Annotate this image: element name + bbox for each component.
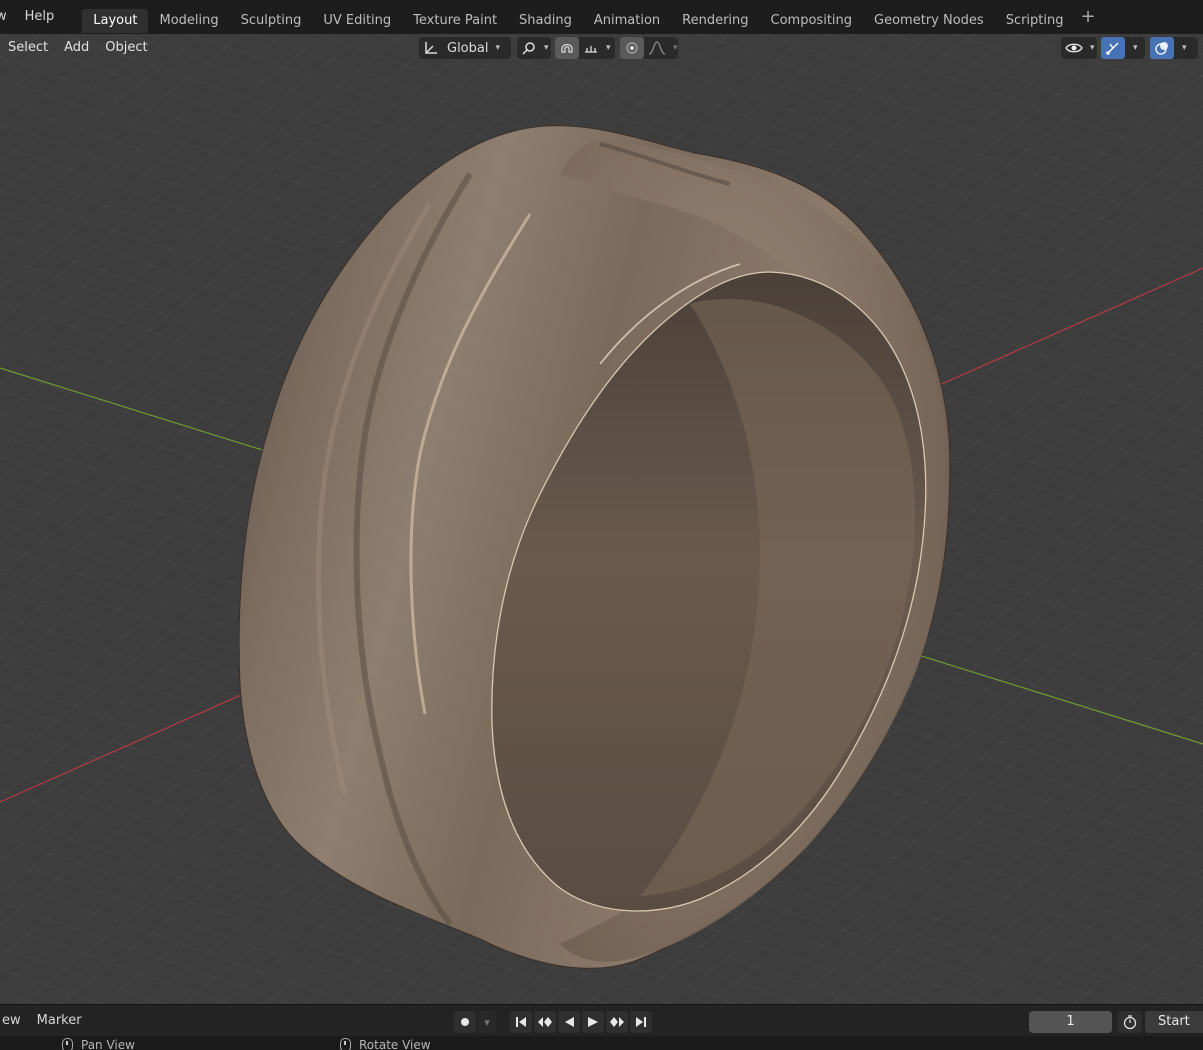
mouse-middle-icon [340,1038,351,1050]
tab-animation[interactable]: Animation [583,9,671,33]
transform-orientation-dropdown[interactable]: Global ▾ [419,37,511,59]
status-pan-hint: Pan View [62,1038,135,1050]
tab-modeling[interactable]: Modeling [148,9,229,33]
mouse-middle-icon [62,1038,73,1050]
transform-orientation-icon [419,37,443,59]
timeline-menu-view[interactable]: ew [0,1013,29,1028]
tab-geometry-nodes[interactable]: Geometry Nodes [863,9,995,33]
viewport-canvas[interactable] [0,34,1203,1004]
prev-keyframe-icon[interactable] [534,1011,556,1033]
visibility-dropdown[interactable]: ▾ [1061,37,1097,59]
chevron-down-icon: ▾ [606,43,611,53]
pivot-link-icon [517,37,541,59]
snap-increment-icon[interactable] [579,37,603,59]
chevron-down-icon: ▾ [1182,43,1187,53]
3d-viewport[interactable] [0,34,1203,1004]
jump-start-icon[interactable] [510,1011,532,1033]
overlay-icon[interactable] [1150,37,1174,59]
start-frame-field[interactable]: Start [1145,1011,1203,1033]
play-icon[interactable] [582,1011,604,1033]
gizmo-icon[interactable] [1101,37,1125,59]
menu-add[interactable]: Add [56,34,97,62]
current-frame-field[interactable]: 1 [1029,1011,1112,1033]
add-workspace-button[interactable]: + [1081,0,1096,34]
timeline-header: ew Marker ▾ 1 Start [0,1004,1203,1036]
orientation-label: Global [447,40,489,56]
record-options-chevron-icon[interactable]: ▾ [478,1011,496,1033]
status-rotate-hint: Rotate View [340,1038,431,1050]
menu-help[interactable]: Help [15,0,65,34]
timeline-menu-marker[interactable]: Marker [29,1013,90,1028]
play-reverse-icon[interactable] [558,1011,580,1033]
overlay-dropdown[interactable]: ▾ [1150,37,1198,59]
falloff-curve-icon[interactable] [644,37,670,59]
status-pan-label: Pan View [81,1038,135,1050]
top-menu-bar: w Help Layout Modeling Sculpting UV Edit… [0,0,1203,34]
tab-shading[interactable]: Shading [508,9,583,33]
tab-rendering[interactable]: Rendering [671,9,759,33]
chevron-down-icon: ▾ [1090,43,1095,53]
proportional-edit-icon[interactable] [620,37,644,59]
menu-object[interactable]: Object [97,34,155,62]
gizmo-dropdown[interactable]: ▾ [1101,37,1145,59]
viewport-header: Select Add Object Global ▾ ▾ ▾ ▾ ▾ ▾ ▾ [0,34,1203,62]
menu-view[interactable]: w [0,0,15,34]
proportional-editing-group[interactable]: ▾ [620,37,678,59]
stopwatch-icon[interactable] [1118,1011,1142,1033]
menu-select[interactable]: Select [0,34,56,62]
next-keyframe-icon[interactable] [606,1011,628,1033]
tab-scripting[interactable]: Scripting [995,9,1075,33]
tab-texture-paint[interactable]: Texture Paint [402,9,508,33]
status-bar: Pan View Rotate View [0,1036,1203,1050]
tab-uv-editing[interactable]: UV Editing [312,9,402,33]
workspace-tabs: Layout Modeling Sculpting UV Editing Tex… [82,0,1096,34]
chevron-down-icon: ▾ [544,43,549,53]
visibility-eye-icon [1061,37,1087,59]
jump-end-icon[interactable] [630,1011,652,1033]
tab-compositing[interactable]: Compositing [760,9,864,33]
status-rotate-label: Rotate View [359,1038,431,1050]
chevron-down-icon: ▾ [673,43,678,53]
pivot-dropdown[interactable]: ▾ [517,37,551,59]
chevron-down-icon: ▾ [1133,43,1138,53]
chevron-down-icon: ▾ [495,43,501,53]
snapping-group[interactable]: ▾ [555,37,615,59]
tab-sculpting[interactable]: Sculpting [230,9,313,33]
record-icon[interactable] [454,1011,476,1033]
snap-magnet-icon[interactable] [555,37,579,59]
playback-controls: ▾ [454,1011,652,1033]
tab-layout[interactable]: Layout [82,8,149,33]
